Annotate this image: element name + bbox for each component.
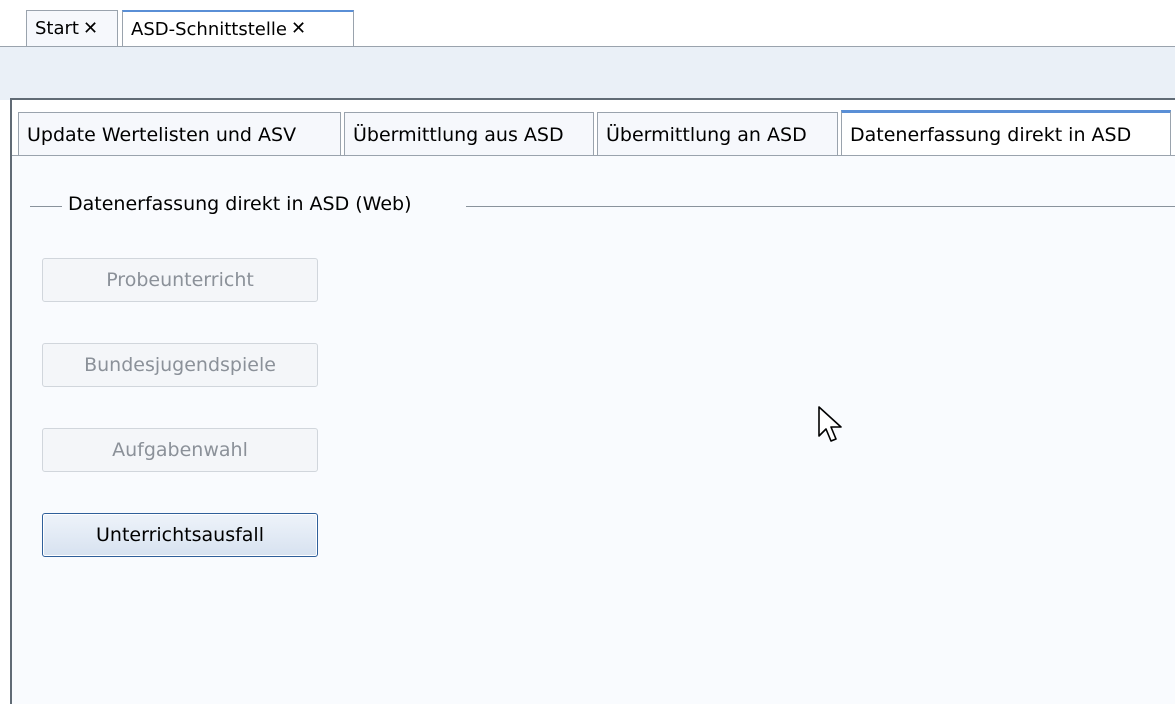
tab-label: Update Wertelisten und ASV (27, 123, 297, 146)
group-title: Datenerfassung direkt in ASD (Web) (68, 193, 412, 215)
divider (12, 155, 1175, 156)
group-border (30, 206, 62, 207)
tab-label: Start (35, 18, 79, 39)
tab-datenerfassung-direkt[interactable]: Datenerfassung direkt in ASD (841, 110, 1171, 156)
toolbar-band (0, 46, 1175, 100)
document-tab-bar: Start ✕ ASD-Schnittstelle ✕ (0, 0, 1175, 48)
group-border (466, 206, 1175, 207)
tab-start[interactable]: Start ✕ (26, 10, 118, 46)
tab-label: Datenerfassung direkt in ASD (850, 123, 1132, 146)
aufgabenwahl-button[interactable]: Aufgabenwahl (42, 428, 318, 472)
tab-label: Übermittlung an ASD (606, 123, 807, 146)
tab-asd-schnittstelle[interactable]: ASD-Schnittstelle ✕ (122, 10, 354, 46)
tab-label: ASD-Schnittstelle (131, 18, 287, 40)
tab-uebermittlung-an-asd[interactable]: Übermittlung an ASD (597, 112, 838, 156)
probeunterricht-button[interactable]: Probeunterricht (42, 258, 318, 302)
unterrichtsausfall-button[interactable]: Unterrichtsausfall (42, 513, 318, 557)
close-icon[interactable]: ✕ (291, 20, 306, 38)
tab-update-wertelisten[interactable]: Update Wertelisten und ASV (18, 112, 341, 156)
divider (10, 98, 1175, 100)
bundesjugendspiele-button[interactable]: Bundesjugendspiele (42, 343, 318, 387)
mouse-cursor-icon (818, 406, 842, 442)
close-icon[interactable]: ✕ (83, 19, 98, 38)
tab-label: Übermittlung aus ASD (353, 123, 564, 146)
tab-uebermittlung-aus-asd[interactable]: Übermittlung aus ASD (344, 112, 594, 156)
